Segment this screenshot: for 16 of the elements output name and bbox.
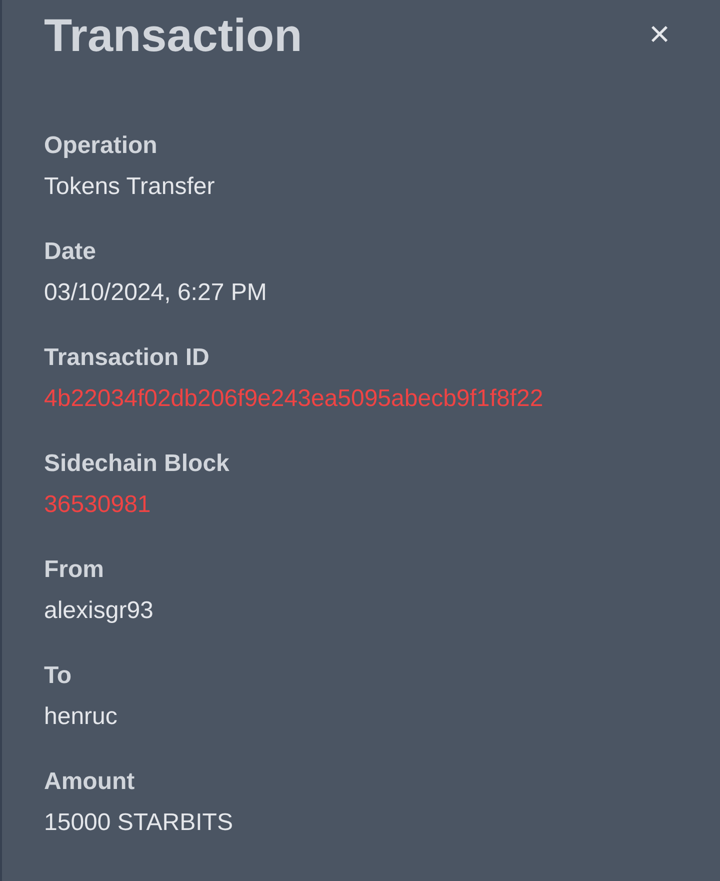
field-value: Tokens Transfer bbox=[44, 172, 215, 202]
field-label: Sidechain Block bbox=[44, 449, 230, 479]
field-value: 15000 STARBITS bbox=[44, 808, 233, 838]
field-label: Date bbox=[44, 237, 96, 267]
field-label: Amount bbox=[44, 767, 135, 797]
field-label: Transaction ID bbox=[44, 343, 210, 373]
panel-title: Transaction bbox=[44, 10, 302, 60]
close-button[interactable]: × bbox=[644, 16, 674, 52]
field-label: Operation bbox=[44, 131, 158, 161]
field-value: henruc bbox=[44, 702, 118, 732]
field-value: alexisgr93 bbox=[44, 596, 154, 626]
field-value: 03/10/2024, 6:27 PM bbox=[44, 278, 267, 308]
field-label: From bbox=[44, 555, 104, 585]
field-link[interactable]: 36530981 bbox=[44, 489, 151, 521]
field-label: To bbox=[44, 661, 72, 691]
field-link[interactable]: 4b22034f02db206f9e243ea5095abecb9f1f8f22 bbox=[44, 383, 544, 415]
